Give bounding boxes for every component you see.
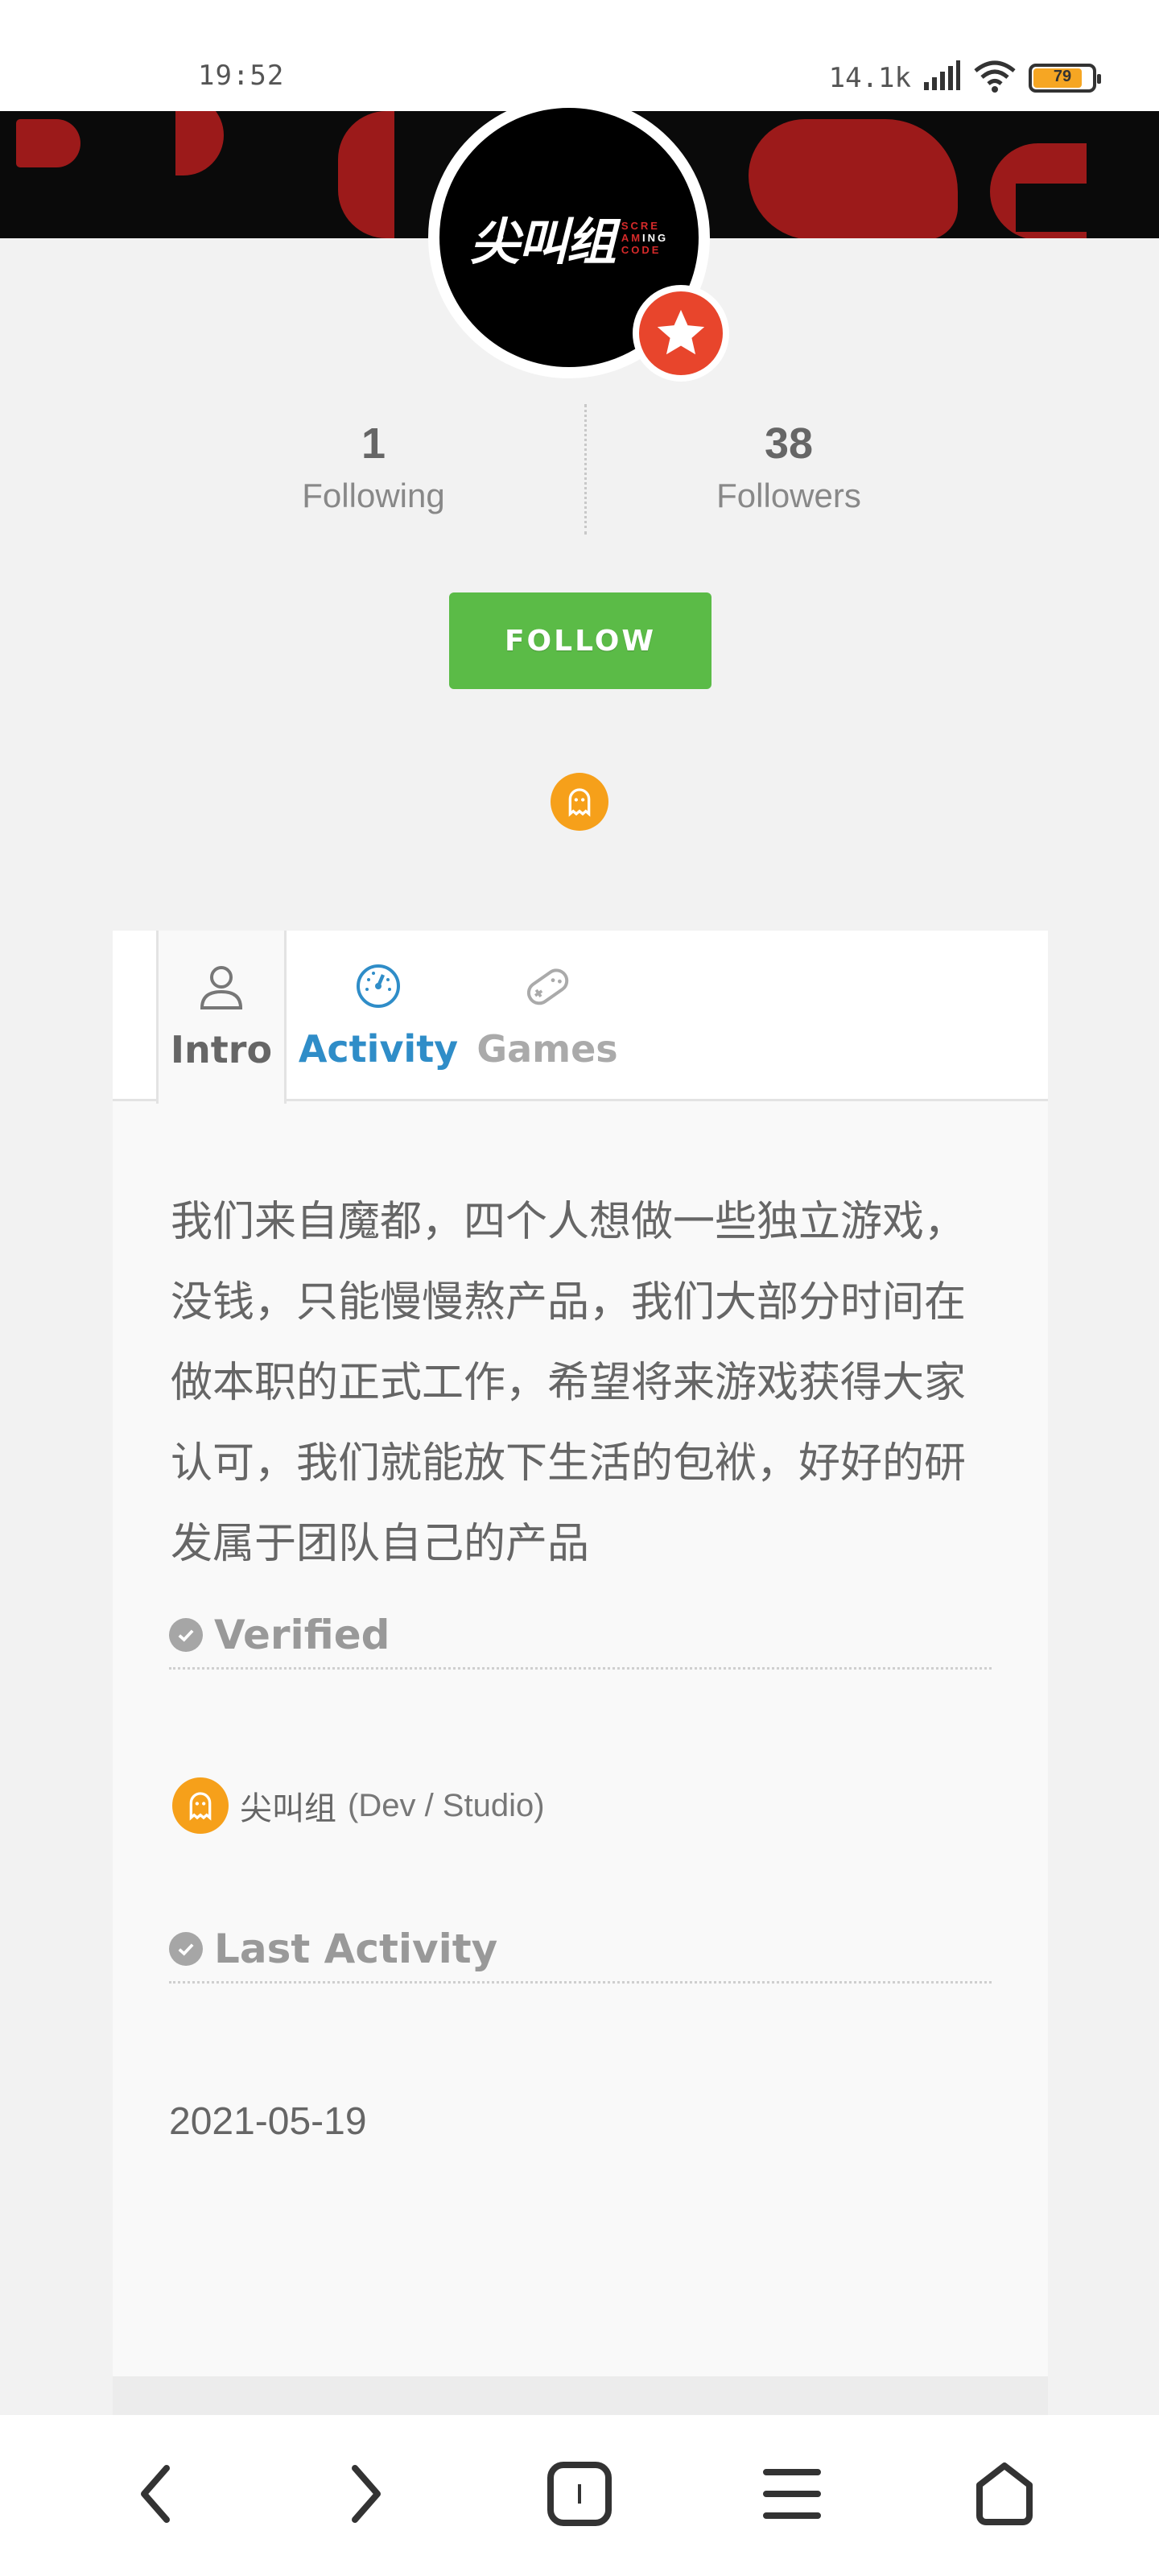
back-button[interactable]: [106, 2447, 203, 2544]
status-icons: 14.1k 79: [828, 58, 1101, 97]
forward-button[interactable]: [319, 2447, 415, 2544]
studio-bio: 我们来自魔都，四个人想做一些独立游戏，没钱，只能慢慢熬产品，我们大部分时间在做本…: [171, 1198, 967, 1568]
ghost-icon: [172, 1777, 229, 1834]
last-activity-section-header: Last Activity: [169, 1916, 992, 1984]
stats-divider: [584, 404, 587, 535]
home-icon: [970, 2459, 1039, 2533]
studio-logo: 尖叫组 SCRE AMING CODE: [470, 201, 668, 274]
tabs-icon: [546, 2460, 613, 2532]
tab-games-label: Games: [476, 1026, 618, 1071]
following-count: 1: [361, 419, 386, 468]
gamepad-icon: [522, 962, 573, 1014]
check-circle-icon: [169, 1617, 203, 1652]
forward-icon: [347, 2462, 387, 2530]
status-bar: 19:52 14.1k 79: [0, 0, 1159, 111]
profile-tabs: Intro Activity Games: [113, 931, 1048, 1104]
tab-activity-label: Activity: [298, 1026, 459, 1071]
following-stat[interactable]: 1 Following: [212, 419, 534, 515]
user-icon: [196, 963, 247, 1015]
battery-level: 79: [1053, 67, 1072, 85]
card-footer: [113, 2376, 1048, 2415]
dashboard-icon: [354, 962, 402, 1014]
verified-role: (Dev / Studio): [348, 1787, 545, 1823]
star-icon: [633, 285, 729, 382]
verified-name: 尖叫组: [240, 1791, 336, 1827]
signal-icon: [922, 60, 961, 96]
tab-games[interactable]: Games: [467, 931, 628, 1101]
follow-button[interactable]: FOLLOW: [449, 592, 711, 689]
status-time: 19:52: [198, 60, 285, 92]
tabs-button[interactable]: [531, 2447, 628, 2544]
tab-activity[interactable]: Activity: [298, 931, 459, 1101]
verified-entry[interactable]: 尖叫组 (Dev / Studio): [172, 1777, 545, 1834]
net-speed: 14.1k: [828, 61, 911, 94]
last-activity-title: Last Activity: [214, 1925, 498, 1972]
tab-intro-label: Intro: [170, 1028, 273, 1071]
battery-icon: 79: [1029, 63, 1101, 93]
followers-count: 38: [764, 419, 814, 468]
browser-nav-bar: [0, 2415, 1159, 2576]
logo-chinese-text: 尖叫组: [469, 213, 617, 271]
home-button[interactable]: [956, 2447, 1053, 2544]
verified-title: Verified: [214, 1611, 390, 1658]
menu-icon: [761, 2466, 823, 2526]
tab-intro[interactable]: Intro: [156, 931, 287, 1104]
back-icon: [134, 2462, 175, 2530]
check-circle-icon: [169, 1931, 203, 1966]
ghost-icon: [551, 773, 608, 831]
followers-stat[interactable]: 38 Followers: [628, 419, 950, 515]
menu-button[interactable]: [744, 2447, 840, 2544]
last-activity-date: 2021-05-19: [169, 2100, 367, 2143]
logo-english-text: SCRE AMING CODE: [621, 219, 669, 256]
verified-section-header: Verified: [169, 1602, 992, 1670]
followers-label: Followers: [716, 477, 861, 514]
wifi-icon: [972, 58, 1017, 97]
following-label: Following: [302, 477, 445, 514]
